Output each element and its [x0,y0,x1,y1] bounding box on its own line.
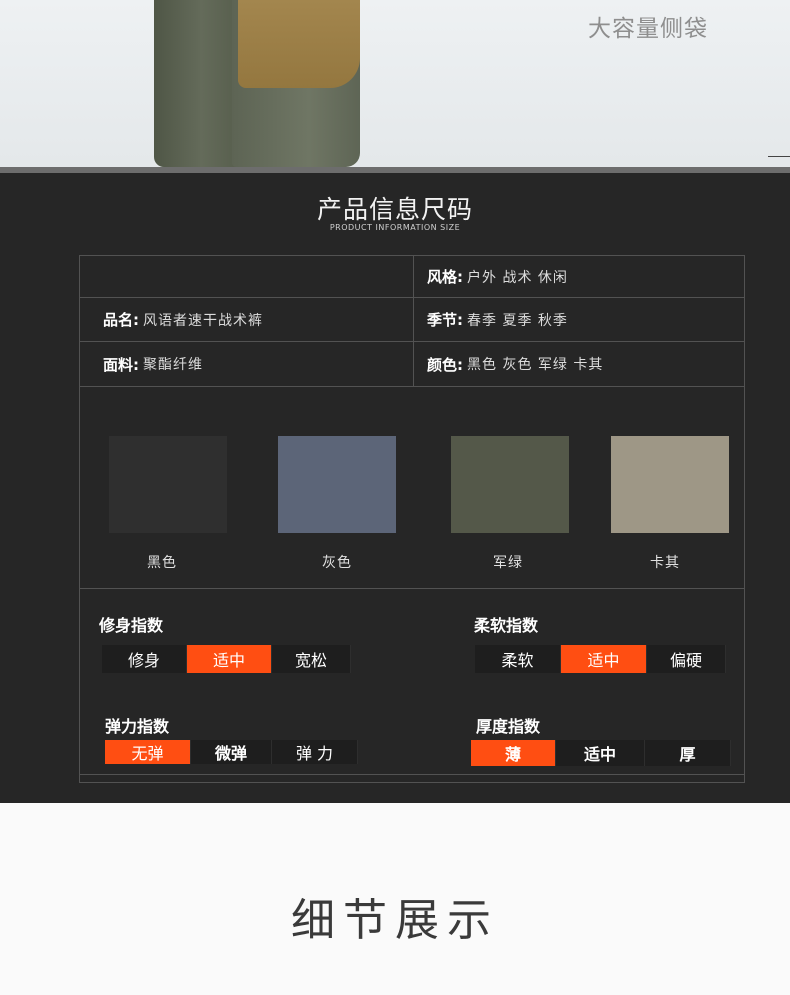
fit-index-scale: 修身 适中 宽松 [102,645,351,673]
softness-option: 柔软 [475,645,561,673]
info-cell-season: 季节: 春季 夏季 秋季 [413,298,744,342]
info-cell-style: 风格: 户外 战术 休闲 [413,256,744,298]
elasticity-option: 无弹 [105,740,191,764]
elasticity-option: 弹 力 [272,740,358,764]
elasticity-option: 微弹 [191,740,272,764]
thickness-index-scale: 薄 适中 厚 [471,740,731,766]
fabric-label: 面料: [103,355,139,374]
swatch-army-green [451,436,569,533]
softness-index-scale: 柔软 适中 偏硬 [475,645,726,673]
swatch-divider [80,588,744,589]
swatch-black [109,436,227,533]
thickness-option: 厚 [645,740,731,766]
color-label: 颜色: [427,355,463,374]
info-cell-empty [80,256,413,298]
info-cell-color: 颜色: 黑色 灰色 军绿 卡其 [413,342,744,387]
info-cell-fabric: 面料: 聚酯纤维 [80,342,413,387]
swatch-khaki [611,436,729,533]
season-label: 季节: [427,311,463,329]
details-title: 细节展示 [291,895,499,946]
hero-divider [768,156,790,157]
swatch-label-black: 黑色 [147,555,177,571]
style-value: 户外 战术 休闲 [467,269,568,286]
product-info-section: 产品信息尺码 PRODUCT INFORMATION SIZE 风格: 户外 战… [0,167,790,803]
swatch-label-khaki: 卡其 [650,555,680,571]
elasticity-index-title: 弹力指数 [105,717,170,736]
swatch-gray [278,436,396,533]
elasticity-index-scale: 无弹 微弹 弹 力 [105,740,358,764]
hero-caption: 大容量侧袋 [588,16,708,42]
fabric-value: 聚酯纤维 [143,357,203,373]
fit-option: 适中 [187,645,272,673]
pant-leg-left [154,0,240,167]
thickness-option: 薄 [471,740,556,766]
section-subtitle: PRODUCT INFORMATION SIZE [329,223,461,232]
softness-option: 适中 [561,645,647,673]
fit-index-title: 修身指数 [99,616,164,635]
fit-option: 宽松 [272,645,351,673]
swatch-label-army-green: 军绿 [493,555,523,571]
season-value: 春季 夏季 秋季 [467,312,568,329]
section-title: 产品信息尺码 [316,195,473,224]
info-cell-name: 品名: 风语者速干战术裤 [80,298,413,342]
name-value: 风语者速干战术裤 [143,312,263,329]
fit-option: 修身 [102,645,187,673]
thickness-option: 适中 [556,740,645,766]
info-panel: 风格: 户外 战术 休闲 品名: 风语者速干战术裤 季节: 春季 夏季 秋季 面… [79,255,745,783]
swatch-label-gray: 灰色 [322,555,352,571]
style-label: 风格: [427,268,463,286]
side-pocket-patch [238,0,360,88]
name-label: 品名: [103,311,139,329]
color-value: 黑色 灰色 军绿 卡其 [467,357,604,373]
thickness-index-title: 厚度指数 [476,717,541,736]
product-photo: 大容量侧袋 [0,0,790,167]
softness-index-title: 柔软指数 [474,616,539,635]
panel-bottom-divider [80,774,744,775]
softness-option: 偏硬 [647,645,726,673]
